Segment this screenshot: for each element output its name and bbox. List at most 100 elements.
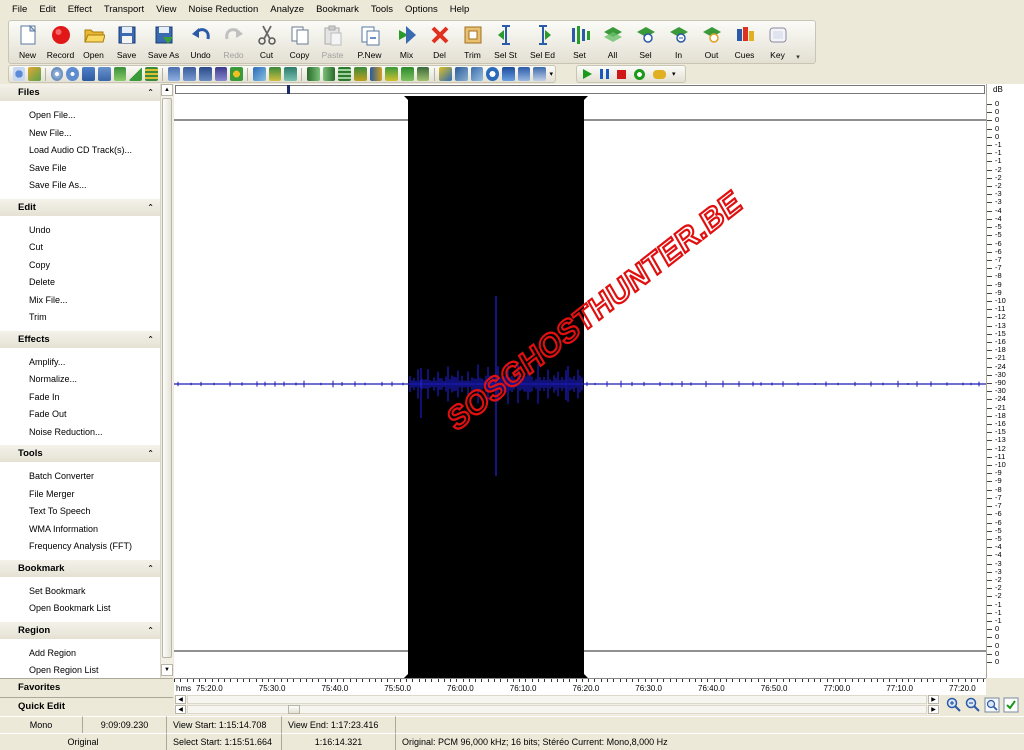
toolbar-overflow-chevron-icon[interactable]: ▾	[794, 21, 802, 63]
section-header-files[interactable]: Files ⌃	[0, 84, 160, 101]
stop-icon[interactable]	[617, 69, 626, 79]
waveform-area[interactable]: SOSGHOSTHUNTER.BE	[174, 84, 986, 678]
task-cut[interactable]: Cut	[29, 239, 160, 257]
task-file-merger[interactable]: File Merger	[29, 486, 160, 504]
loop-icon[interactable]	[653, 69, 666, 79]
convert-icon[interactable]	[113, 67, 127, 81]
pause-icon[interactable]	[600, 69, 609, 79]
section-header-region[interactable]: Region ⌃	[0, 621, 160, 639]
burn-icon[interactable]	[66, 67, 80, 81]
speech-icon[interactable]	[486, 67, 499, 81]
normalize-icon[interactable]	[338, 67, 351, 81]
tools-icon[interactable]	[454, 67, 468, 81]
equalizer-icon[interactable]	[144, 67, 158, 81]
cues-button[interactable]: Cues	[728, 21, 761, 63]
zoom-scroll-right-arrow[interactable]: ▶	[928, 705, 939, 714]
task-open-region-list[interactable]: Open Region List	[29, 662, 160, 678]
amplify-icon[interactable]	[167, 67, 181, 81]
mix-button[interactable]: Mix	[390, 21, 423, 63]
collapse-chevron-icon[interactable]: ⌃	[147, 335, 154, 344]
collapse-chevron-icon[interactable]: ⌃	[147, 88, 154, 97]
menu-options[interactable]: Options	[399, 0, 444, 19]
side-panel-scrollbar[interactable]: ▲ ▼	[160, 84, 173, 678]
task-mix-file[interactable]: Mix File...	[29, 292, 160, 310]
batch-icon[interactable]	[533, 67, 547, 81]
task-undo[interactable]: Undo	[29, 222, 160, 240]
menu-help[interactable]: Help	[444, 0, 476, 19]
horizontal-scroll-thumb[interactable]	[288, 705, 300, 714]
zoom-fit-icon[interactable]	[984, 697, 1000, 713]
fade-out-icon[interactable]	[322, 67, 336, 81]
task-save-file[interactable]: Save File	[29, 160, 160, 178]
compress-icon[interactable]	[183, 67, 196, 81]
task-load-audio-cd-track-s[interactable]: Load Audio CD Track(s)...	[29, 142, 160, 160]
reverse-icon[interactable]	[369, 67, 383, 81]
rip-icon[interactable]	[82, 67, 95, 81]
settings-icon[interactable]	[517, 67, 531, 81]
cut-button[interactable]: Cut	[250, 21, 283, 63]
task-fade-in[interactable]: Fade In	[29, 389, 160, 407]
collapse-chevron-icon[interactable]: ⌃	[147, 203, 154, 212]
menu-bookmark[interactable]: Bookmark	[310, 0, 365, 19]
task-noise-reduction[interactable]: Noise Reduction...	[29, 424, 160, 442]
spectrum-icon[interactable]	[439, 67, 452, 81]
task-save-file-as[interactable]: Save File As...	[29, 177, 160, 195]
play-icon[interactable]	[583, 69, 592, 79]
overview-position-marker[interactable]	[287, 85, 290, 94]
task-wma-information[interactable]: WMA Information	[29, 521, 160, 539]
del-button[interactable]: Del	[423, 21, 456, 63]
copy-button[interactable]: Copy	[283, 21, 316, 63]
confirm-check-icon[interactable]	[1003, 697, 1019, 713]
upper-scroll-track[interactable]	[187, 695, 927, 704]
channels-icon[interactable]	[416, 67, 430, 81]
all-button[interactable]: All	[596, 21, 629, 63]
sel-st-button[interactable]: Sel St	[489, 21, 522, 63]
save-button[interactable]: Save	[110, 21, 143, 63]
tempo-icon[interactable]	[284, 67, 297, 81]
record-cd-icon[interactable]	[97, 67, 111, 81]
collapse-chevron-icon[interactable]: ⌃	[147, 564, 154, 573]
key-button[interactable]: Key	[761, 21, 794, 63]
section-header-bookmark[interactable]: Bookmark ⌃	[0, 559, 160, 577]
reverb-icon[interactable]	[214, 67, 228, 81]
task-batch-converter[interactable]: Batch Converter	[29, 468, 160, 486]
sel-ed-button[interactable]: Sel Ed	[522, 21, 563, 63]
zoom-scroll-left-arrow[interactable]: ◀	[175, 705, 186, 714]
task-delete[interactable]: Delete	[29, 274, 160, 292]
cd-icon[interactable]	[50, 67, 64, 81]
scroll-right-arrow[interactable]: ▶	[928, 695, 939, 704]
zoom-out-magnifier-icon[interactable]	[965, 697, 981, 713]
task-amplify[interactable]: Amplify...	[29, 354, 160, 372]
save-as-button[interactable]: Save As	[143, 21, 184, 63]
menu-view[interactable]: View	[150, 0, 182, 19]
task-copy[interactable]: Copy	[29, 257, 160, 275]
menu-file[interactable]: File	[6, 0, 33, 19]
out-button[interactable]: Out	[695, 21, 728, 63]
side-panel-scroll-thumb[interactable]	[162, 98, 172, 658]
overview-bar[interactable]	[175, 85, 985, 94]
redo-button[interactable]: Redo	[217, 21, 250, 63]
new-button[interactable]: New	[11, 21, 44, 63]
effects-icon[interactable]	[28, 67, 41, 81]
collapse-chevron-icon[interactable]: ⌃	[147, 626, 154, 635]
menu-effect[interactable]: Effect	[62, 0, 98, 19]
task-open-file[interactable]: Open File...	[29, 107, 160, 125]
pitch-icon[interactable]	[268, 67, 282, 81]
waveform-canvas[interactable]: SOSGHOSTHUNTER.BE	[174, 96, 986, 678]
noise-icon[interactable]	[230, 67, 243, 81]
paste-button[interactable]: Paste	[316, 21, 349, 63]
set-button[interactable]: Set	[563, 21, 596, 63]
undo-button[interactable]: Undo	[184, 21, 217, 63]
section-header-tools[interactable]: Tools ⌃	[0, 445, 160, 462]
level-icon[interactable]	[129, 67, 142, 81]
info-icon[interactable]	[501, 67, 515, 81]
task-set-bookmark[interactable]: Set Bookmark	[29, 583, 160, 601]
task-open-bookmark-list[interactable]: Open Bookmark List	[29, 600, 160, 618]
record-button[interactable]: Record	[44, 21, 77, 63]
quick-edit-bar[interactable]: Quick Edit	[0, 697, 173, 715]
scroll-left-arrow[interactable]: ◀	[175, 695, 186, 704]
menu-tools[interactable]: Tools	[365, 0, 399, 19]
menu-noise-reduction[interactable]: Noise Reduction	[183, 0, 265, 19]
task-text-to-speech[interactable]: Text To Speech	[29, 503, 160, 521]
section-header-edit[interactable]: Edit ⌃	[0, 198, 160, 216]
